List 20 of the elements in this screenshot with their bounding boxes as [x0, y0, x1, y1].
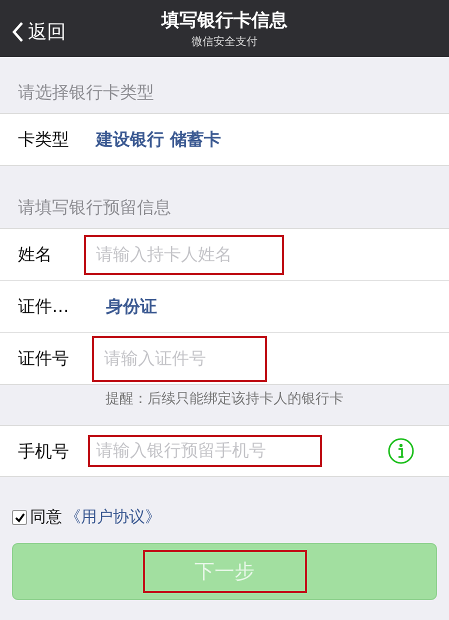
agree-checkbox[interactable] [12, 510, 27, 525]
field-label: 姓名 [18, 244, 53, 266]
back-button[interactable]: 返回 [0, 18, 66, 44]
page-title: 填写银行卡信息 [162, 9, 288, 32]
agree-label: 同意 [30, 507, 62, 528]
field-label: 卡类型 [18, 129, 70, 151]
user-agreement-link[interactable]: 《用户协议》 [65, 507, 161, 528]
section-header: 请填写银行预留信息 [17, 197, 172, 220]
input-field[interactable]: 请输入证件号 [92, 336, 267, 382]
reminder-text: 提醒：后续只能绑定该持卡人的银行卡 [104, 390, 344, 409]
input-field[interactable]: 请输入银行预留手机号 [88, 435, 322, 467]
field-label: 手机号 [18, 440, 70, 462]
page-subtitle: 微信安全支付 [192, 34, 258, 49]
section-header: 请选择银行卡类型 [17, 82, 155, 105]
field-label: 证件… [18, 296, 70, 318]
input-field[interactable]: 请输入持卡人姓名 [84, 234, 284, 274]
back-icon [12, 20, 24, 42]
field-value[interactable]: 身份证 [106, 295, 157, 318]
field-label: 证件号 [18, 348, 70, 370]
field-value[interactable]: 建设银行 储蓄卡 [96, 128, 221, 151]
